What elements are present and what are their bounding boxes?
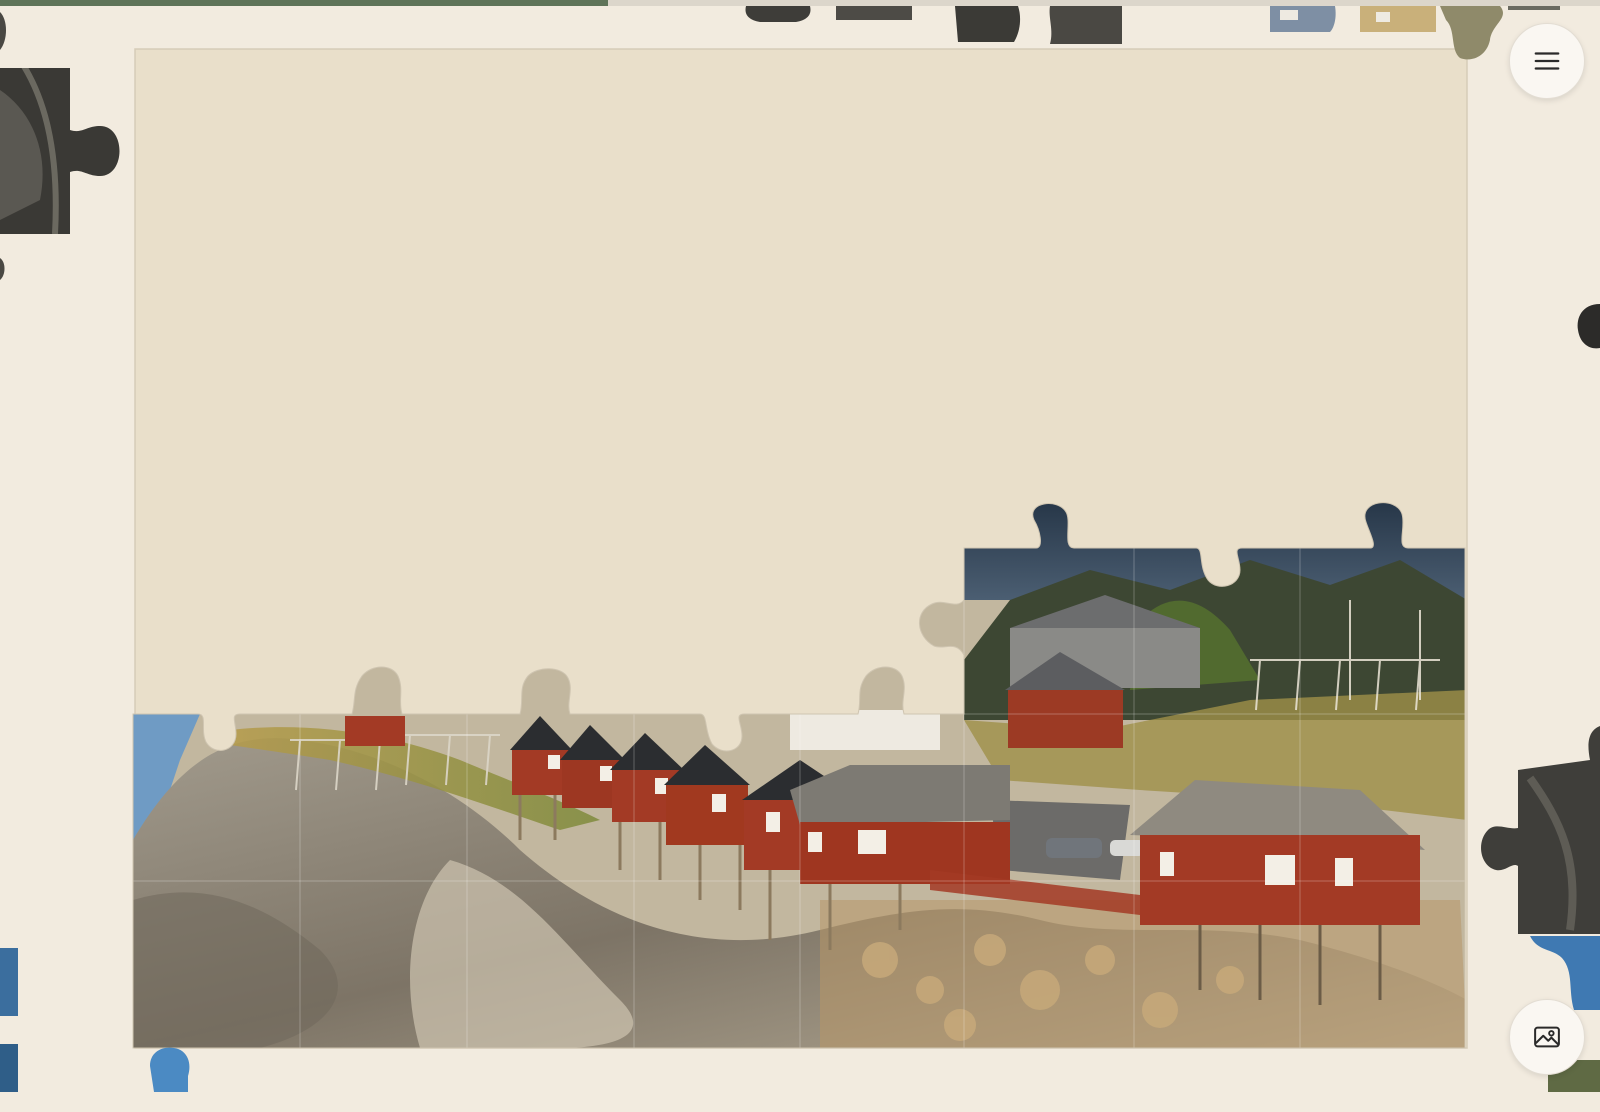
loose-piece[interactable] — [1508, 6, 1560, 10]
loose-piece[interactable] — [745, 6, 811, 22]
image-preview-icon — [1534, 1026, 1560, 1048]
menu-button[interactable] — [1509, 23, 1585, 99]
image-preview-button[interactable] — [1509, 999, 1585, 1075]
loose-piece[interactable] — [1049, 6, 1122, 44]
loose-piece[interactable] — [0, 1044, 18, 1092]
loose-piece[interactable] — [0, 12, 6, 50]
loose-piece[interactable] — [0, 60, 130, 240]
loose-piece[interactable] — [1270, 6, 1336, 32]
loose-piece[interactable] — [1481, 726, 1600, 934]
puzzle-scene — [0, 6, 1600, 1092]
loose-piece[interactable] — [0, 948, 18, 1016]
loose-piece[interactable] — [1360, 6, 1436, 32]
loose-piece[interactable] — [0, 258, 5, 280]
loose-piece[interactable] — [955, 6, 1021, 42]
hamburger-menu-icon — [1534, 52, 1560, 70]
loose-piece[interactable] — [1577, 304, 1600, 349]
loose-piece[interactable] — [150, 1047, 190, 1092]
loose-piece[interactable] — [836, 6, 912, 20]
